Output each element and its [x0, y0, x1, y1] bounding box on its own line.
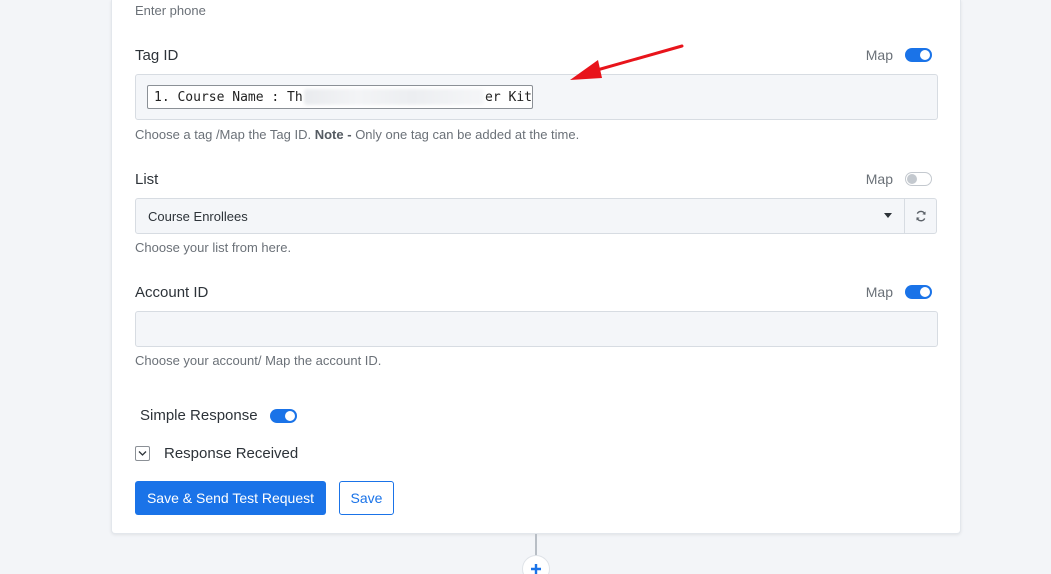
tag-id-label: Tag ID [135, 47, 179, 64]
list-selected-value: Course Enrollees [148, 208, 248, 224]
list-map-toggle-group[interactable]: Map [866, 171, 932, 187]
toggle-knob [907, 174, 917, 184]
response-received-checkbox[interactable] [135, 446, 150, 461]
tag-hint: Choose a tag /Map the Tag ID. Note - Onl… [135, 127, 579, 142]
tag-id-field[interactable]: 1. Course Name : Th er Kit [135, 74, 938, 120]
list-select[interactable]: Course Enrollees [135, 198, 905, 234]
save-button[interactable]: Save [339, 481, 394, 515]
list-hint: Choose your list from here. [135, 240, 292, 255]
annotation-arrow [570, 44, 684, 80]
tag-hint-prefix: Choose a tag /Map the Tag ID. [135, 127, 312, 142]
account-map-toggle[interactable] [905, 285, 932, 299]
simple-response-group[interactable]: Simple Response [140, 407, 297, 424]
add-step-button[interactable] [522, 555, 550, 574]
tag-chip[interactable]: 1. Course Name : Th er Kit [147, 85, 533, 109]
account-id-label: Account ID [135, 284, 209, 301]
account-id-input[interactable] [135, 311, 938, 347]
list-label: List [135, 171, 159, 188]
save-send-test-button[interactable]: Save & Send Test Request [135, 481, 326, 515]
simple-response-toggle[interactable] [269, 408, 297, 423]
tag-hint-note: Note - [314, 127, 352, 142]
toggle-knob [920, 50, 930, 60]
account-map-toggle-group[interactable]: Map [866, 284, 932, 300]
account-map-label: Map [865, 284, 893, 300]
toggle-knob [920, 287, 930, 297]
caret-down-icon [884, 213, 892, 218]
account-hint: Choose your account/ Map the account ID. [135, 353, 382, 368]
tag-chip-text-start: 1. Course Name : Th [154, 89, 303, 105]
redacted-blur [303, 89, 485, 105]
list-map-toggle[interactable] [905, 172, 932, 186]
plus-icon [531, 564, 541, 574]
tag-hint-suffix: Only one tag can be added at the time. [355, 127, 580, 142]
list-map-label: Map [865, 171, 893, 187]
refresh-icon [915, 210, 926, 222]
tag-map-label: Map [865, 47, 893, 63]
tag-chip-text-end: er Kit [485, 89, 532, 105]
simple-response-label: Simple Response [140, 407, 258, 424]
refresh-list-button[interactable] [904, 198, 937, 234]
tag-map-toggle[interactable] [905, 48, 932, 62]
tag-map-toggle-group[interactable]: Map [866, 47, 932, 63]
check-icon [138, 451, 147, 456]
form-card: Enter phone Tag ID Map 1. Course Name : … [111, 0, 961, 534]
response-received-label: Response Received [164, 445, 299, 462]
toggle-knob [284, 410, 295, 421]
phone-hint: Enter phone [135, 3, 206, 18]
